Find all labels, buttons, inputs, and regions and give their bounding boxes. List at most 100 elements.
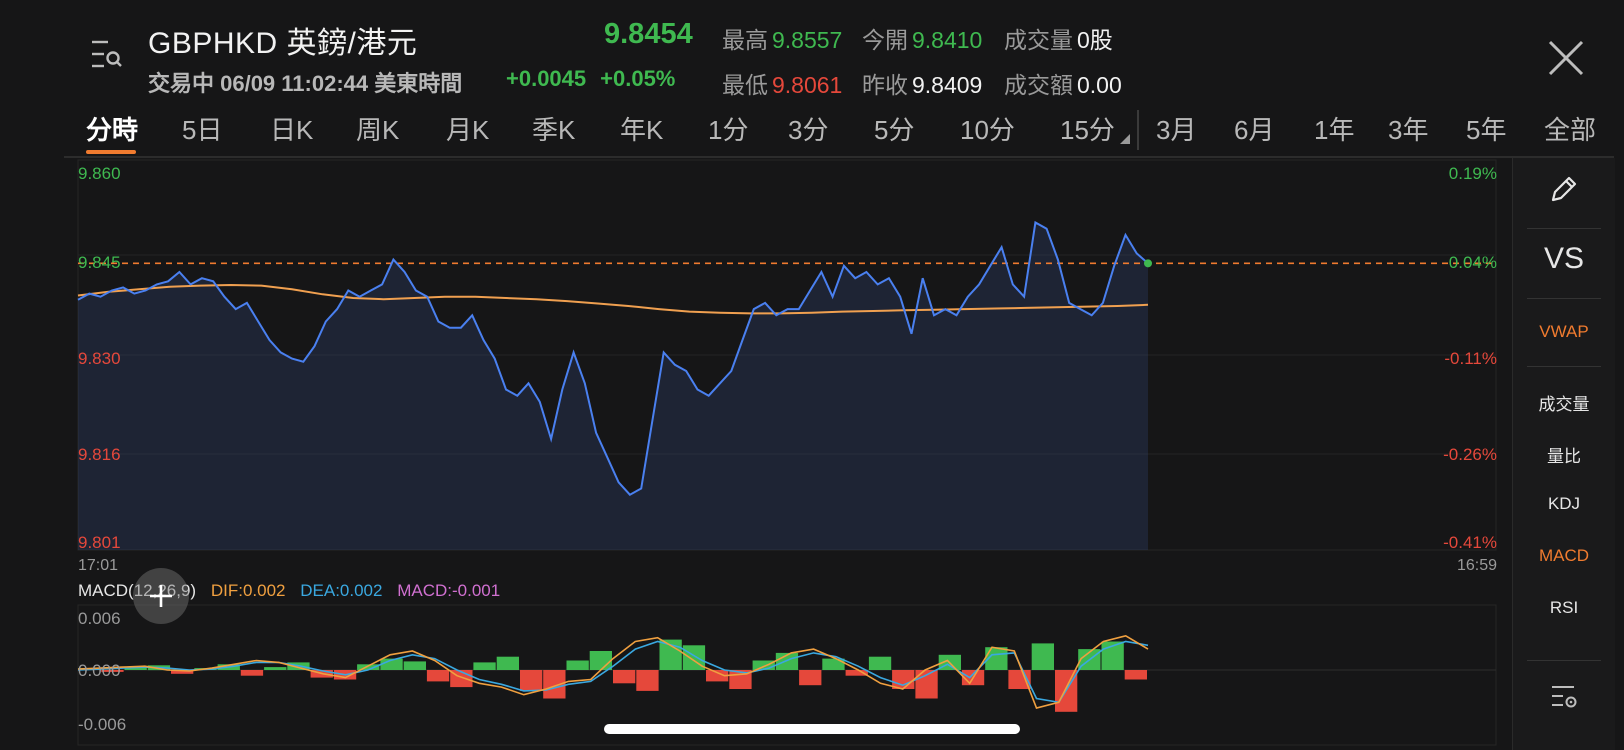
vs-compare-button[interactable]: VS <box>1513 242 1615 276</box>
macd-bar <box>845 670 868 676</box>
price-change: +0.0045 +0.05% <box>506 66 689 92</box>
tab-more-caret-icon[interactable] <box>1120 134 1130 144</box>
quote-prev-close: 昨收 9.8409 <box>862 66 982 100</box>
tab-6month[interactable]: 6月 <box>1234 110 1274 147</box>
macd-y-tick-label: -0.006 <box>78 715 126 734</box>
dif-label: DIF:0.002 <box>211 581 286 600</box>
symbol-title: GBPHKD 英鎊/港元 <box>148 27 418 60</box>
add-indicator-button[interactable] <box>133 568 189 624</box>
panel-divider <box>1527 660 1601 661</box>
macd-histogram <box>78 639 1147 712</box>
quote-label: 今開 <box>862 27 908 53</box>
tab-3year[interactable]: 3年 <box>1388 110 1428 147</box>
macd-bar <box>799 670 822 686</box>
tab-5min[interactable]: 5分 <box>874 110 914 147</box>
quote-volume: 成交量 0股 <box>1004 21 1113 55</box>
tab-3month[interactable]: 3月 <box>1156 110 1196 147</box>
y-tick-label: 9.845 <box>78 253 121 272</box>
quote-value: 9.8557 <box>772 27 843 53</box>
macd-toggle[interactable]: MACD <box>1513 546 1615 566</box>
macd-bar <box>566 660 589 670</box>
indicator-panel: VS VWAP 成交量 量比 KDJ MACD RSI <box>1512 158 1615 750</box>
macd-bar <box>403 661 426 670</box>
price-chart[interactable]: 9.860 9.845 9.830 9.816 9.801 0.19% 0.04… <box>77 159 1497 552</box>
panel-divider <box>1527 298 1601 299</box>
tab-all[interactable]: 全部 <box>1544 110 1596 147</box>
kdj-toggle[interactable]: KDJ <box>1513 494 1615 514</box>
quote-label: 成交額 <box>1004 72 1073 98</box>
macd-bar <box>613 670 636 684</box>
macd-y-tick-label: 0.006 <box>78 609 121 628</box>
active-tab-indicator <box>86 150 136 154</box>
y-tick-label: 9.816 <box>78 445 121 464</box>
quote-value: 0.00 <box>1077 72 1122 98</box>
macd-bar <box>822 658 845 670</box>
macd-bar <box>473 662 496 670</box>
tab-yearly-k[interactable]: 年K <box>620 110 663 147</box>
pencil-icon <box>1551 176 1577 202</box>
macd-bar <box>264 667 287 670</box>
vwap-toggle[interactable]: VWAP <box>1513 322 1615 342</box>
tab-divider <box>1137 110 1139 150</box>
quote-label: 昨收 <box>862 72 908 98</box>
quote-label: 最低 <box>722 72 768 98</box>
timeframe-tabs: 分時 5日 日K 周K 月K 季K 年K 1分 3分 5分 10分 15分 3月… <box>0 104 1614 156</box>
tab-5day[interactable]: 5日 <box>182 110 222 147</box>
macd-bar <box>892 670 915 689</box>
macd-bar <box>496 656 519 670</box>
market-status: 交易中 06/09 11:02:44 美東時間 <box>148 71 463 96</box>
quote-high: 最高 9.8557 <box>722 21 842 55</box>
macd-bar <box>426 670 450 682</box>
plus-icon <box>150 585 172 607</box>
macd-value-label: MACD:-0.001 <box>397 581 500 600</box>
change-value: +0.0045 <box>506 66 587 91</box>
panel-divider <box>1527 366 1601 367</box>
indicator-settings-button[interactable] <box>1513 682 1615 717</box>
quote-value: 9.8409 <box>912 72 983 98</box>
macd-bar <box>520 670 543 691</box>
home-indicator <box>604 724 1020 734</box>
quote-label: 最高 <box>722 27 768 53</box>
macd-bar <box>1031 643 1054 670</box>
x-start-label: 17:01 <box>78 557 118 574</box>
tab-weekly-k[interactable]: 周K <box>356 110 399 147</box>
macd-bar <box>589 651 612 670</box>
y-tick-label: 9.860 <box>78 164 121 183</box>
y-tick-label: 9.830 <box>78 349 121 368</box>
menu-search-icon[interactable] <box>88 36 124 72</box>
chart-area[interactable]: 9.860 9.845 9.830 9.816 9.801 0.19% 0.04… <box>0 158 1510 750</box>
tab-quarterly-k[interactable]: 季K <box>532 110 575 147</box>
macd-bar <box>636 670 659 691</box>
macd-bar <box>240 670 264 676</box>
panel-divider <box>1527 228 1601 229</box>
tab-monthly-k[interactable]: 月K <box>446 110 489 147</box>
pct-tick-label: -0.26% <box>1443 445 1497 464</box>
pct-tick-label: 0.19% <box>1449 164 1497 183</box>
close-icon[interactable] <box>1544 36 1588 80</box>
rsi-toggle[interactable]: RSI <box>1513 598 1615 618</box>
tab-1min[interactable]: 1分 <box>708 110 748 147</box>
settings-list-icon <box>1552 686 1577 708</box>
tab-intraday[interactable]: 分時 <box>86 110 138 147</box>
pct-tick-label: 0.04% <box>1449 253 1497 272</box>
tab-1year[interactable]: 1年 <box>1314 110 1354 147</box>
x-end-label: 16:59 <box>1457 557 1497 574</box>
pct-tick-label: -0.11% <box>1444 349 1497 368</box>
volume-ratio-toggle[interactable]: 量比 <box>1513 442 1615 467</box>
tab-15min[interactable]: 15分 <box>1060 110 1115 147</box>
volume-toggle[interactable]: 成交量 <box>1513 390 1615 415</box>
tab-daily-k[interactable]: 日K <box>270 110 313 147</box>
tab-3min[interactable]: 3分 <box>788 110 828 147</box>
tab-10min[interactable]: 10分 <box>960 110 1015 147</box>
quote-value: 0股 <box>1077 27 1113 53</box>
last-price-dot <box>1144 259 1152 268</box>
macd-bar <box>868 656 892 670</box>
quote-turnover: 成交額 0.00 <box>1004 66 1122 100</box>
quote-value: 9.8410 <box>912 27 983 53</box>
dea-label: DEA:0.002 <box>300 581 382 600</box>
draw-pencil-button[interactable] <box>1513 172 1615 211</box>
tab-5year[interactable]: 5年 <box>1466 110 1506 147</box>
pct-tick-label: -0.41% <box>1443 533 1497 552</box>
quote-low: 最低 9.8061 <box>722 66 842 100</box>
y-tick-label: 9.801 <box>78 533 121 552</box>
